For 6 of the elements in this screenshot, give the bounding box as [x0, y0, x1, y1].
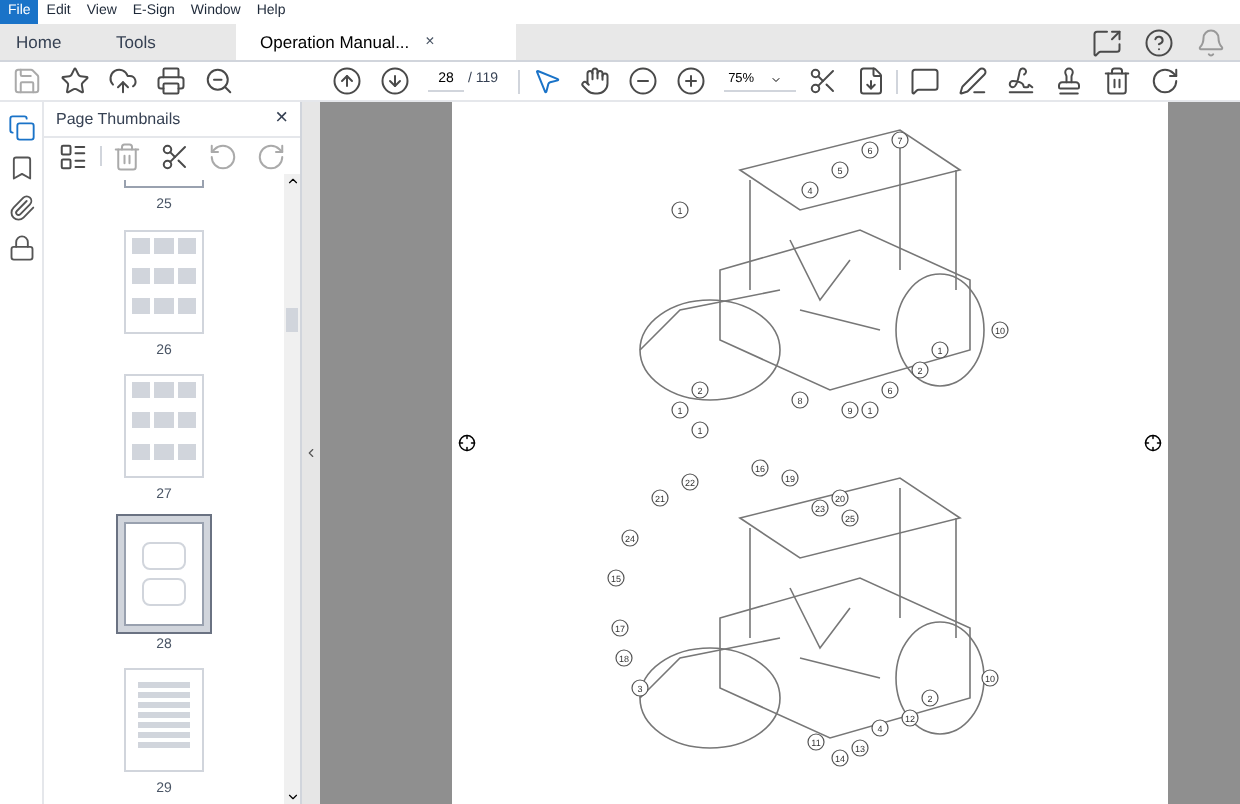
panel-title: Page Thumbnails — [56, 107, 181, 131]
tab[interactable]: Home — [0, 24, 100, 60]
close-tab-button[interactable]: × — [425, 30, 435, 54]
tab[interactable]: Operation Manual... × — [236, 24, 516, 60]
close-panel-button[interactable]: × — [275, 108, 288, 130]
tab[interactable]: Tools — [100, 24, 200, 60]
